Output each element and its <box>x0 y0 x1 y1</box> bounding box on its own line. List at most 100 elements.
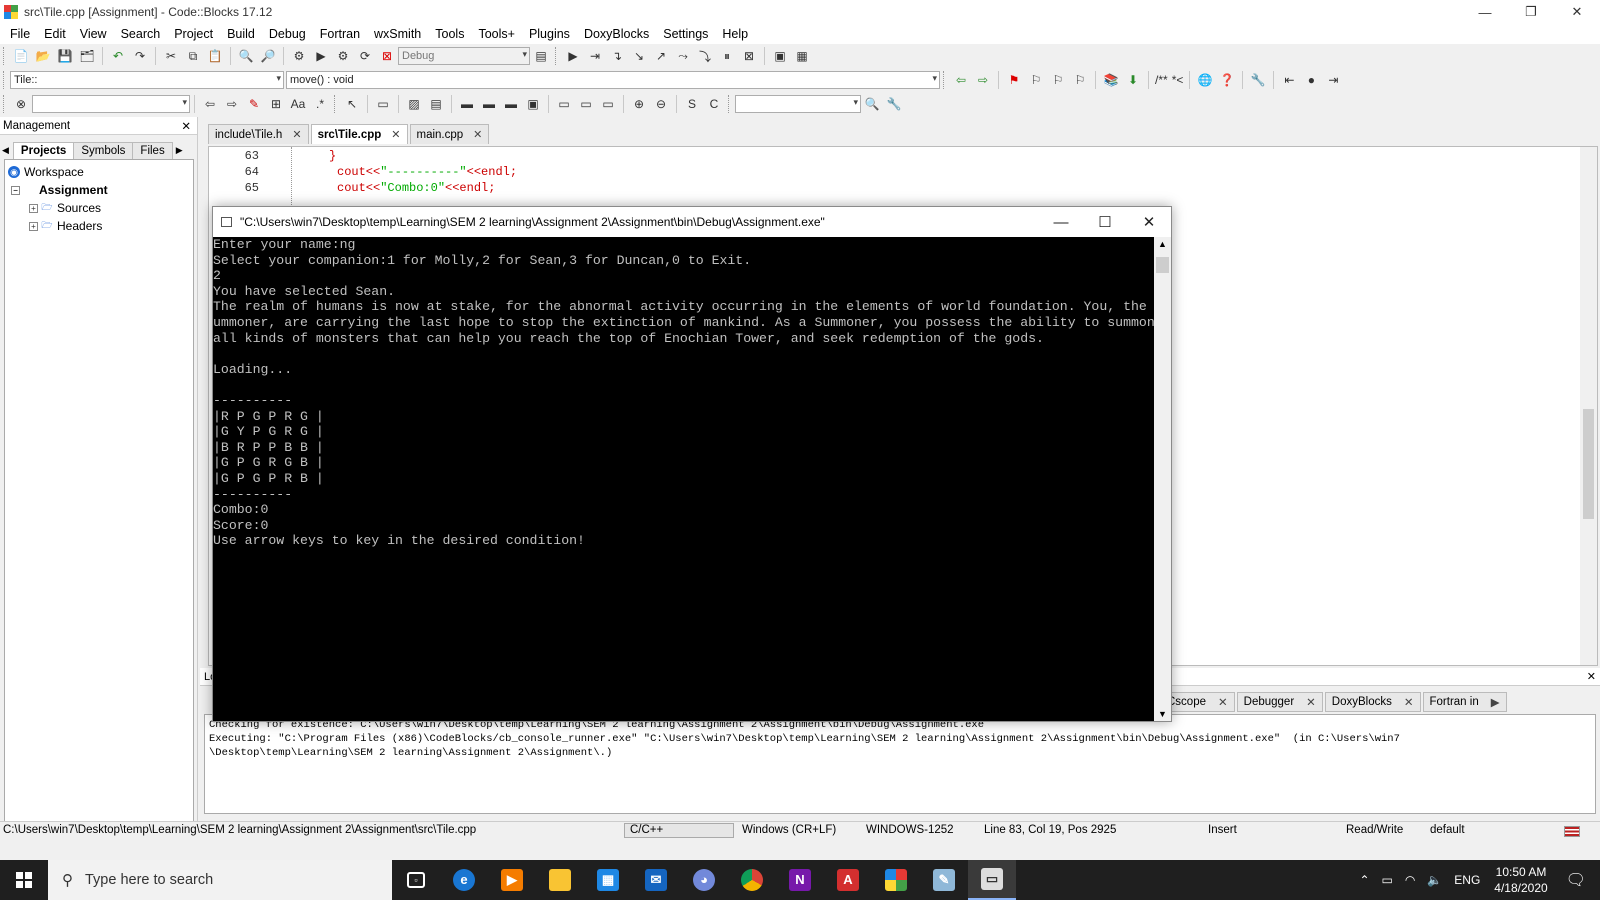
menu-doxyblocks[interactable]: DoxyBlocks <box>577 27 656 41</box>
highlight-icon[interactable]: ✎ <box>245 95 263 113</box>
logs-close-button[interactable]: ✕ <box>1587 670 1596 683</box>
replace-icon[interactable]: 🔎 <box>259 47 277 65</box>
menu-project[interactable]: Project <box>167 27 220 41</box>
taskbar-notepad[interactable]: ✎ <box>920 860 968 900</box>
expand-icon[interactable]: + <box>29 221 38 231</box>
widget-image-icon[interactable]: ▨ <box>405 95 423 113</box>
close-icon[interactable]: ✕ <box>391 128 400 141</box>
doxy-html-icon[interactable]: 🌐 <box>1196 71 1214 89</box>
pointer-icon[interactable]: ↖ <box>343 95 361 113</box>
taskbar-console[interactable]: ▭ <box>968 860 1016 900</box>
doxy-chm-icon[interactable]: ❓ <box>1218 71 1236 89</box>
tab-debugger[interactable]: Debugger ✕ <box>1236 692 1323 712</box>
tree-item-headers[interactable]: + 🗁 Headers <box>5 217 193 235</box>
console-maximize-button[interactable]: ☐ <box>1083 207 1127 237</box>
rebuild-icon[interactable]: ⟳ <box>356 47 374 65</box>
step-into-icon[interactable]: ↘ <box>630 47 648 65</box>
menu-file[interactable]: File <box>3 27 37 41</box>
taskbar-onenote[interactable]: N <box>776 860 824 900</box>
scroll-up-icon[interactable]: ▲ <box>1158 239 1167 249</box>
save-all-icon[interactable]: 🗂 <box>78 47 96 65</box>
language-indicator[interactable]: ENG <box>1454 873 1480 887</box>
debug-windows-icon[interactable]: ▣ <box>771 47 789 65</box>
run-to-cursor-icon[interactable]: ⇥ <box>586 47 604 65</box>
show-hidden-icon[interactable]: ⌃ <box>1359 873 1369 887</box>
prev-bookmark-icon[interactable]: ⚐ <box>1027 71 1045 89</box>
c-icon[interactable]: C <box>705 95 723 113</box>
abort-icon[interactable]: ⊠ <box>378 47 396 65</box>
build-target-select[interactable]: Debug ▾ <box>398 47 530 65</box>
menu-tools-plus[interactable]: Tools+ <box>471 27 521 41</box>
console-minimize-button[interactable]: — <box>1039 207 1083 237</box>
jump-forward-icon[interactable]: ⇨ <box>974 71 992 89</box>
build-run-icon[interactable]: ⚙ <box>334 47 352 65</box>
scroll-thumb[interactable] <box>1583 409 1594 519</box>
taskbar-file-explorer[interactable] <box>536 860 584 900</box>
tab-scroll-left-icon[interactable]: ◀ <box>2 145 9 159</box>
nav-mark-icon[interactable]: ● <box>1302 71 1320 89</box>
search-symbol-icon[interactable]: 🔍 <box>863 95 881 113</box>
zoom-in-icon[interactable]: ⊕ <box>630 95 648 113</box>
menu-build[interactable]: Build <box>220 27 262 41</box>
menu-view[interactable]: View <box>73 27 114 41</box>
debug-info-icon[interactable]: ▦ <box>793 47 811 65</box>
step-into-instruction-icon[interactable]: ⤵ <box>696 47 714 65</box>
pause-icon[interactable]: ⏸ <box>718 47 736 65</box>
close-button[interactable]: ✕ <box>1554 0 1600 24</box>
close-icon[interactable]: ✕ <box>1218 695 1228 709</box>
doxy-wizard-icon[interactable]: 📚 <box>1102 71 1120 89</box>
tab-doxyblocks[interactable]: DoxyBlocks ✕ <box>1324 692 1421 712</box>
editor-scrollbar[interactable] <box>1580 147 1597 665</box>
taskbar-search[interactable]: ⚲ Type here to search <box>48 860 392 900</box>
copy-icon[interactable]: ⧉ <box>184 47 202 65</box>
tree-item-sources[interactable]: + 🗁 Sources <box>5 199 193 217</box>
open-folder-icon[interactable]: 📂 <box>34 47 52 65</box>
taskbar-acrobat[interactable]: A <box>824 860 872 900</box>
management-close-button[interactable]: ✕ <box>181 119 191 133</box>
doxy-extract-icon[interactable]: ⬇ <box>1124 71 1142 89</box>
widget-c-icon[interactable]: ▬ <box>502 95 520 113</box>
taskbar-discord[interactable]: ◕ <box>680 860 728 900</box>
run-icon[interactable]: ▶ <box>312 47 330 65</box>
next-instruction-icon[interactable]: ⤳ <box>674 47 692 65</box>
scroll-thumb[interactable] <box>1156 257 1169 273</box>
cut-icon[interactable]: ✂ <box>162 47 180 65</box>
widget-b-icon[interactable]: ▬ <box>480 95 498 113</box>
paste-icon[interactable]: 📋 <box>206 47 224 65</box>
jump-back-icon[interactable]: ⇦ <box>952 71 970 89</box>
taskbar-codeblocks[interactable] <box>872 860 920 900</box>
nav-back-icon[interactable]: ⇤ <box>1280 71 1298 89</box>
zoom-out-icon[interactable]: ⊖ <box>652 95 670 113</box>
clear-bookmarks-icon[interactable]: ⚐ <box>1071 71 1089 89</box>
target-options-icon[interactable]: ▤ <box>532 47 550 65</box>
menu-wxsmith[interactable]: wxSmith <box>367 27 428 41</box>
next-line-icon[interactable]: ↴ <box>608 47 626 65</box>
scroll-right-icon[interactable]: ▶ <box>1491 695 1500 709</box>
widget-d-icon[interactable]: ▣ <box>524 95 542 113</box>
widget-a-icon[interactable]: ▬ <box>458 95 476 113</box>
doxy-prefs-icon[interactable]: 🔧 <box>1249 71 1267 89</box>
tab-scroll-right-icon[interactable]: ▶ <box>176 145 183 159</box>
start-button[interactable] <box>0 860 48 900</box>
taskbar-store[interactable]: ▦ <box>584 860 632 900</box>
menu-tools[interactable]: Tools <box>428 27 471 41</box>
maximize-button[interactable]: ❐ <box>1508 0 1554 24</box>
widget-f-icon[interactable]: ▭ <box>577 95 595 113</box>
menu-plugins[interactable]: Plugins <box>522 27 577 41</box>
scope-select[interactable]: Tile:: ▾ <box>10 71 284 89</box>
build-log-output[interactable]: Checking for existence: C:\Users\win7\De… <box>204 714 1596 814</box>
close-icon[interactable]: ✕ <box>292 128 301 141</box>
taskbar-mail[interactable]: ✉ <box>632 860 680 900</box>
menu-fortran[interactable]: Fortran <box>313 27 367 41</box>
console-close-button[interactable]: ✕ <box>1127 207 1171 237</box>
s-icon[interactable]: S <box>683 95 701 113</box>
widget-e-icon[interactable]: ▭ <box>555 95 573 113</box>
clear-search-icon[interactable]: ⊗ <box>12 95 30 113</box>
taskbar-media-player[interactable]: ▶ <box>488 860 536 900</box>
scroll-down-icon[interactable]: ▼ <box>1158 709 1167 719</box>
menu-edit[interactable]: Edit <box>37 27 73 41</box>
widget-panel-icon[interactable]: ▤ <box>427 95 445 113</box>
tab-fortran-info[interactable]: Fortran in ▶ <box>1422 692 1507 712</box>
menu-debug[interactable]: Debug <box>262 27 313 41</box>
next-bookmark-icon[interactable]: ⚐ <box>1049 71 1067 89</box>
